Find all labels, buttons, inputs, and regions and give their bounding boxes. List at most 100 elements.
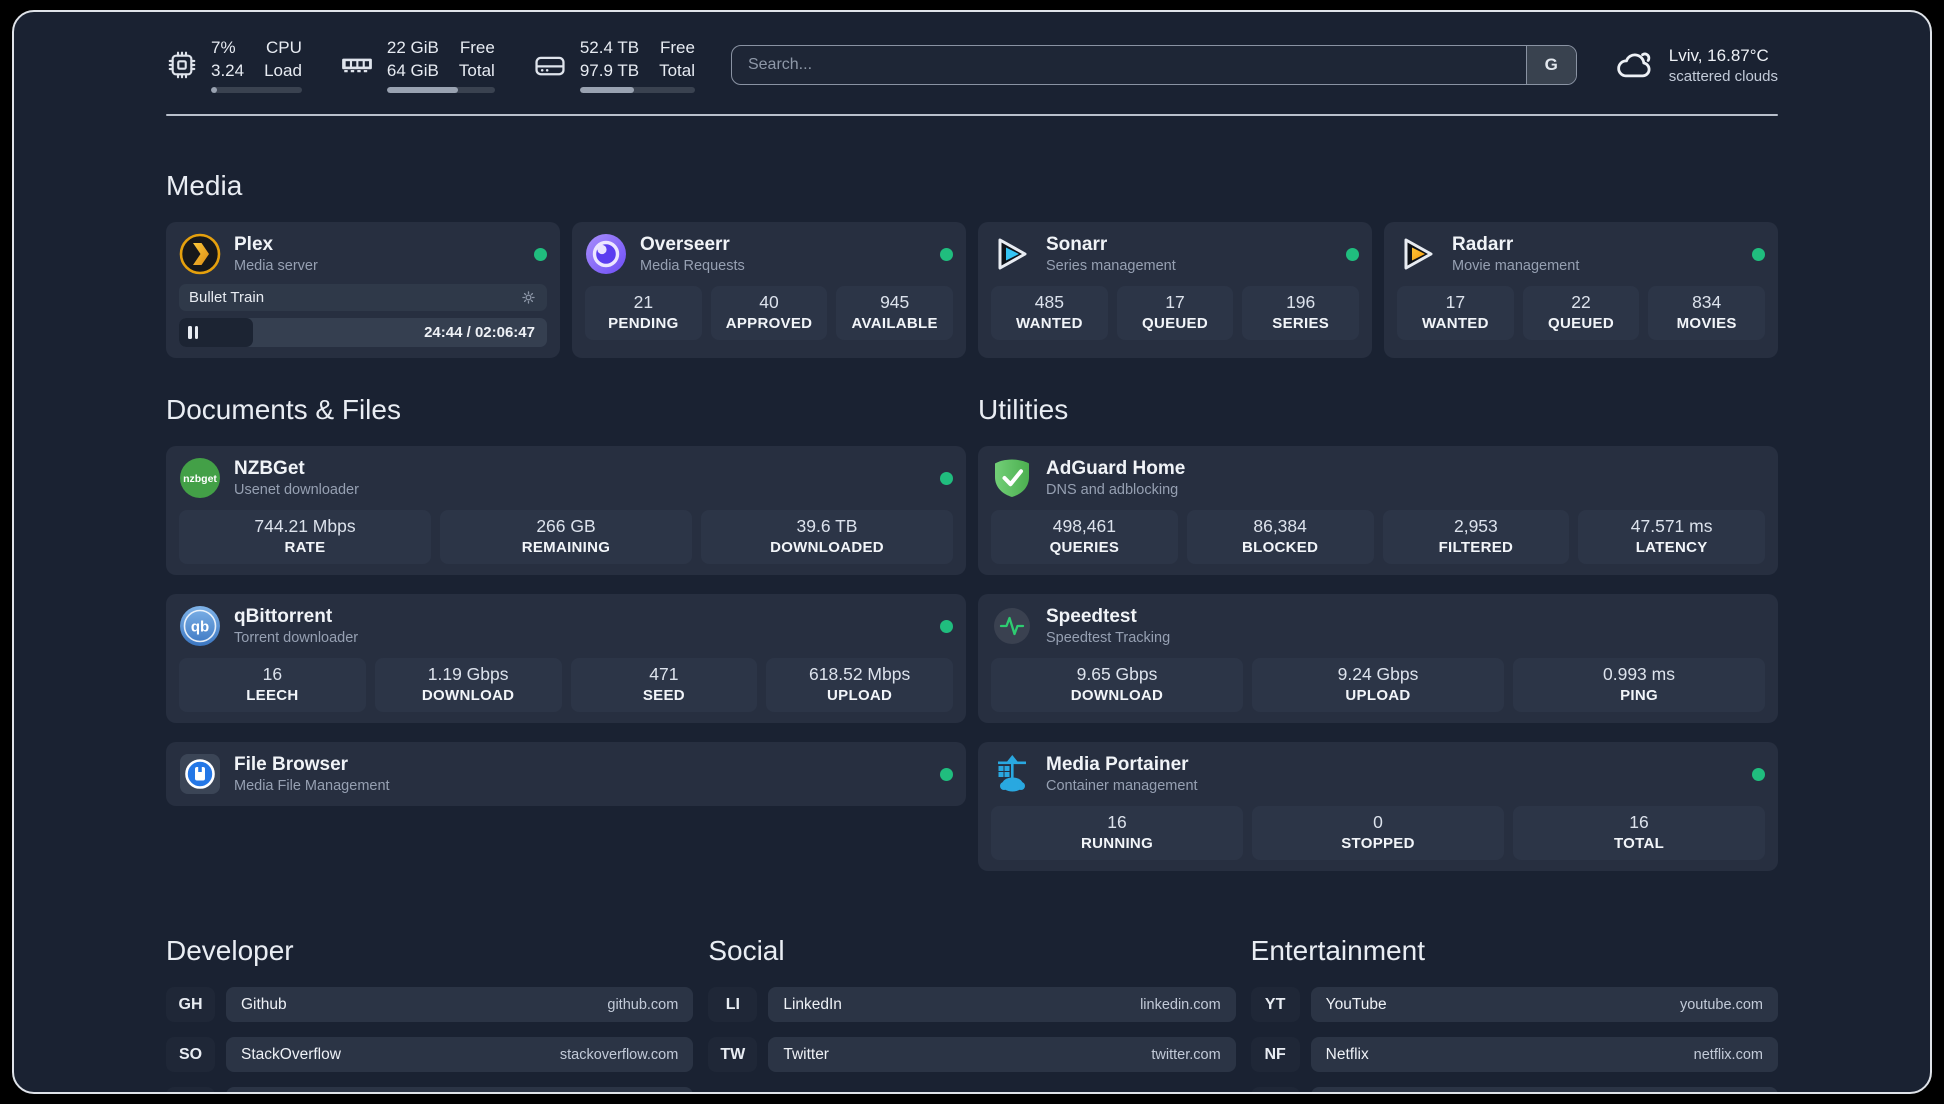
card-portainer[interactable]: Media Portainer Container management 16 R… (978, 742, 1778, 871)
stat-tile: 39.6 TB DOWNLOADED (701, 510, 953, 564)
card-subtitle: Torrent downloader (234, 630, 359, 646)
ram-icon (340, 48, 374, 82)
stat-tile: 17 WANTED (1397, 286, 1514, 340)
header: 7% 3.24 CPU Load 22 GiB 64 GiB Free Tota… (166, 38, 1778, 93)
playback-progressbar[interactable]: 24:44 / 02:06:47 (179, 318, 547, 347)
status-dot (1752, 247, 1765, 261)
stat-tile: 744.21 Mbps RATE (179, 510, 431, 564)
nzbget-icon: nzbget (179, 457, 221, 499)
card-nzbget[interactable]: nzbget NZBGet Usenet downloader 744.21 M… (166, 446, 966, 575)
stat-tile: 22 QUEUED (1522, 286, 1640, 340)
card-overseerr[interactable]: Overseerr Media Requests 21 PENDING 40 APP… (572, 222, 966, 358)
card-plex[interactable]: Plex Media server Bullet Train 24:44 / 0… (166, 222, 560, 358)
overseerr-icon (585, 233, 627, 275)
card-title: File Browser (234, 754, 349, 775)
card-subtitle: Media Requests (640, 258, 745, 274)
disk-free-label: Free (660, 38, 695, 58)
card-title: AdGuard Home (1046, 458, 1186, 479)
utilities-column: Utilities AdGuard Home DNS and adblockin… (978, 394, 1778, 871)
ram-progressbar (386, 86, 495, 93)
card-title: Sonarr (1046, 234, 1108, 255)
link-dev[interactable]: DT DEVdev.to (166, 1087, 694, 1092)
card-subtitle: Media server (234, 258, 318, 274)
link-github[interactable]: GH Github github.com (166, 987, 694, 1022)
documents-column: Documents & Files nzbget NZBGet Usenet d… (166, 394, 966, 871)
adguard-icon (991, 457, 1033, 499)
card-subtitle: Series management (1046, 258, 1176, 274)
now-playing-title: Bullet Train (189, 289, 265, 306)
stat-tile: 47.571 ms LATENCY (1578, 510, 1765, 564)
radarr-icon (1397, 233, 1439, 275)
plex-icon (179, 233, 221, 275)
disk-icon (533, 48, 567, 82)
disk-total-value: 97.9 TB (579, 60, 640, 80)
stat-tile: 2,953 FILTERED (1382, 510, 1570, 564)
card-title: qBittorrent (234, 606, 333, 627)
filebrowser-icon (179, 753, 221, 795)
stat-tile: 196 SERIES (1242, 286, 1360, 340)
stat-tile: 9.24 Gbps UPLOAD (1252, 658, 1504, 712)
link-abbr: DT (166, 1087, 215, 1092)
stat-tile: 86,384 BLOCKED (1186, 510, 1374, 564)
card-sonarr[interactable]: Sonarr Series management 485 WANTED 17 QUE… (978, 222, 1372, 358)
card-radarr[interactable]: Radarr Movie management 17 WANTED 22 QUEUE… (1384, 222, 1778, 358)
search-input[interactable] (731, 46, 1526, 84)
stat-tile: 21 PENDING (585, 286, 702, 340)
cpu-icon (166, 49, 198, 81)
svg-text:nzbget: nzbget (183, 473, 217, 485)
stat-tile: 16 LEECH (179, 658, 366, 712)
stat-tile: 17 QUEUED (1116, 286, 1234, 340)
stat-tile: 834 MOVIES (1648, 286, 1766, 340)
stat-tile: 0.993 ms PING (1513, 658, 1765, 712)
stat-tile: 266 GB REMAINING (440, 510, 692, 564)
cloud-icon (1613, 44, 1655, 86)
card-subtitle: Container management (1046, 778, 1198, 794)
section-title-entertainment: Entertainment (1250, 935, 1425, 966)
card-filebrowser[interactable]: File Browser Media File Management (166, 742, 966, 806)
link-abbr: YT (1250, 987, 1300, 1022)
speedtest-icon (991, 605, 1033, 647)
section-title-social: Social (708, 935, 785, 966)
stat-tile: 498,461 QUERIES (991, 510, 1178, 564)
ram-free-label: Free (459, 38, 495, 58)
media-grid: Plex Media server Bullet Train 24:44 / 0… (166, 222, 1778, 358)
card-title: Plex (234, 234, 274, 255)
link-youtube[interactable]: YT YouTube youtube.com (1250, 987, 1778, 1022)
card-adguard[interactable]: AdGuard Home DNS and adblocking 498,461 Q… (978, 446, 1778, 575)
search-bar[interactable]: G (730, 45, 1577, 85)
cpu-label: CPU (266, 38, 302, 58)
status-dot (1752, 767, 1765, 781)
link-linkedin[interactable]: LI LinkedIn linkedin.com (708, 987, 1236, 1022)
card-title: NZBGet (234, 458, 305, 479)
link-twitter[interactable]: TW Twitter twitter.com (708, 1037, 1236, 1072)
link-abbr: TW (708, 1037, 758, 1072)
entertainment-column: Entertainment YT YouTube youtube.com NF N… (1250, 935, 1778, 1092)
status-dot (940, 767, 953, 781)
stat-tile: 40 APPROVED (710, 286, 828, 340)
stat-tile: 1.19 Gbps DOWNLOAD (374, 658, 562, 712)
settings-gear-icon[interactable] (520, 289, 537, 306)
playback-time: 24:44 / 02:06:47 (424, 324, 535, 341)
link-netflix[interactable]: NF Netflix netflix.com (1250, 1037, 1778, 1072)
sonarr-icon (991, 233, 1033, 275)
ram-total-value: 64 GiB (386, 60, 439, 80)
section-title-utilities: Utilities (978, 394, 1069, 425)
disk-progressbar (579, 86, 695, 93)
ram-free-value: 22 GiB (386, 38, 439, 58)
card-subtitle: Speedtest Tracking (1046, 630, 1171, 646)
weather-condition: scattered clouds (1668, 67, 1778, 85)
link-stackoverflow[interactable]: SO StackOverflow stackoverflow.com (166, 1037, 694, 1072)
link-abbr: LI (708, 987, 758, 1022)
stat-tile: 471 SEED (570, 658, 758, 712)
link-abbr: GH (166, 987, 215, 1022)
card-qbittorrent[interactable]: qb qBittorrent Torrent downloader 16 LEEC… (166, 594, 966, 723)
card-subtitle: DNS and adblocking (1046, 482, 1179, 498)
search-engine-button[interactable]: G (1525, 46, 1576, 84)
card-title: Overseerr (640, 234, 730, 255)
pause-icon[interactable] (188, 326, 198, 339)
link-reddit[interactable]: RE Redditreddit.com (1250, 1087, 1778, 1092)
stat-tile: 16 TOTAL (1513, 806, 1765, 860)
card-speedtest[interactable]: Speedtest Speedtest Tracking 9.65 Gbps DO… (978, 594, 1778, 723)
weather-widget: Lviv, 16.87°C scattered clouds (1613, 44, 1778, 86)
link-abbr: SO (166, 1037, 215, 1072)
